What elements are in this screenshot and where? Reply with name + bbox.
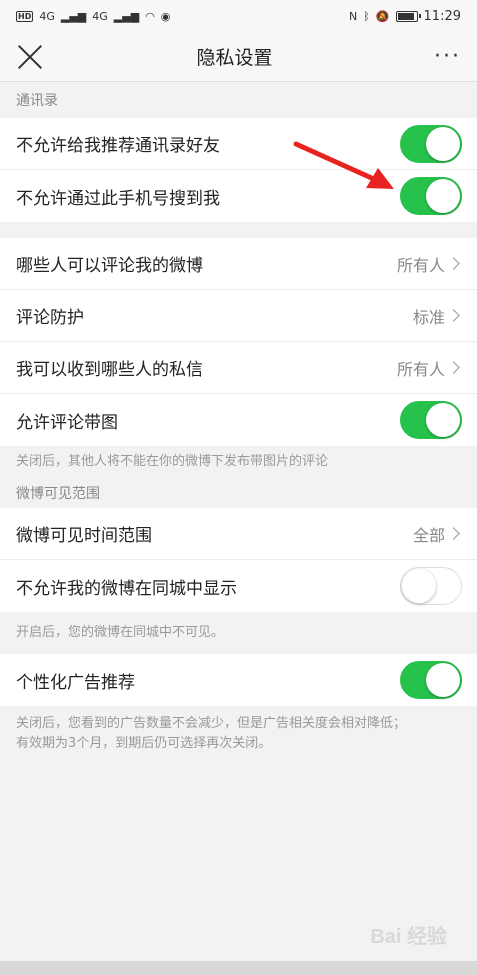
toggle-knob <box>426 663 460 697</box>
ads-note-line2: 有效期为3个月，到期后仍可选择再次关闭。 <box>16 736 272 751</box>
battery-fill <box>397 12 414 20</box>
nav-bar: 隐私设置 ··· <box>0 32 477 82</box>
row-label: 我可以收到哪些人的私信 <box>16 360 203 380</box>
chevron-right-icon <box>447 309 460 322</box>
chevron-right-icon <box>447 257 460 270</box>
row-value: 所有人 <box>397 252 462 276</box>
arrow-shaft <box>293 141 379 183</box>
ads-note-line1: 关闭后，您看到的广告数量不会减少，但是广告相关度会相对降低； <box>16 716 407 731</box>
red-arrow-annotation <box>293 141 394 189</box>
row-hide-in-city: 不允许我的微博在同城中显示 <box>0 560 477 612</box>
more-icon[interactable]: ··· <box>425 45 461 68</box>
comments-group: 哪些人可以评论我的微博 所有人 评论防护 标准 我可以收到哪些人的私信 所有人 … <box>0 238 477 446</box>
value-text: 所有人 <box>396 255 445 275</box>
toggle-knob <box>426 179 460 213</box>
chevron-right-icon <box>447 361 460 374</box>
value-text: 所有人 <box>396 359 445 379</box>
page-title: 隐私设置 <box>196 47 273 69</box>
toggle-no-search-by-phone[interactable] <box>400 177 462 215</box>
status-left: HD 4G ▂▄▆ 4G ▂▄▆ ◠ ◉ <box>16 10 170 23</box>
toggle-knob <box>402 569 436 603</box>
watermark-logo: Bai 经验 <box>370 926 447 948</box>
signal-bars-icon: ▂▄▆ <box>60 9 87 23</box>
status-time: 11:29 <box>423 8 461 24</box>
toggle-no-recommend-contacts[interactable] <box>400 124 462 163</box>
signal-4g-icon: 4G <box>39 9 55 23</box>
battery-icon <box>395 10 421 22</box>
row-value: 标准 <box>413 304 462 328</box>
value-text: 标准 <box>412 307 445 327</box>
row-label: 不允许通过此手机号搜到我 <box>16 188 220 209</box>
nfc-icon: N <box>348 9 358 23</box>
section-visibility: 微博可见范围 <box>16 486 100 502</box>
signal-bars-icon-2: ▂▄▆ <box>113 9 140 23</box>
row-no-recommend-contacts: 不允许给我推荐通讯录好友 <box>0 118 477 170</box>
signal-4g-icon-2: 4G <box>92 9 108 23</box>
comment-images-note: 关闭后，其他人将不能在你的微博下发布带图片的评论 <box>16 454 329 469</box>
status-right: N ᛒ 🔕 11:29 <box>349 9 461 24</box>
row-label: 不允许给我推荐通讯录好友 <box>16 136 220 156</box>
bottom-bar <box>0 961 477 975</box>
row-visible-time-range[interactable]: 微博可见时间范围 全部 <box>0 508 477 560</box>
row-label: 不允许我的微博在同城中显示 <box>16 578 237 599</box>
row-allow-comment-images: 允许评论带图 <box>0 394 477 446</box>
row-value: 全部 <box>413 522 462 546</box>
chevron-right-icon <box>447 527 460 540</box>
row-personalized-ads: 个性化广告推荐 <box>0 654 477 706</box>
wifi-icon: ◠ <box>145 9 155 23</box>
toggle-allow-comment-images[interactable] <box>400 401 462 439</box>
section-contacts: 通讯录 <box>16 93 58 109</box>
row-who-can-comment[interactable]: 哪些人可以评论我的微博 所有人 <box>0 238 477 290</box>
value-text: 全部 <box>412 525 445 545</box>
status-bar: HD 4G ▂▄▆ 4G ▂▄▆ ◠ ◉ N ᛒ 🔕 11:29 <box>0 0 477 32</box>
row-label: 允许评论带图 <box>16 412 118 433</box>
ads-note: 关闭后，您看到的广告数量不会减少，但是广告相关度会相对降低； 有效期为3个月，到… <box>0 706 477 754</box>
row-label: 微博可见时间范围 <box>16 526 152 546</box>
row-no-search-by-phone: 不允许通过此手机号搜到我 <box>0 170 477 222</box>
toggle-knob <box>426 126 460 161</box>
eye-icon: ◉ <box>160 9 171 23</box>
close-icon[interactable] <box>16 43 44 71</box>
toggle-knob <box>426 403 460 437</box>
contacts-group: 不允许给我推荐通讯录好友 不允许通过此手机号搜到我 <box>0 118 477 222</box>
city-note: 开启后，您的微博在同城中不可见。 <box>16 625 225 640</box>
row-label: 个性化广告推荐 <box>16 672 135 693</box>
bluetooth-icon: ᛒ <box>363 9 370 23</box>
row-private-messages[interactable]: 我可以收到哪些人的私信 所有人 <box>0 342 477 394</box>
toggle-personalized-ads[interactable] <box>400 661 462 699</box>
visibility-group: 微博可见时间范围 全部 不允许我的微博在同城中显示 <box>0 508 477 612</box>
hd-badge: HD <box>16 10 34 22</box>
toggle-hide-in-city[interactable] <box>400 567 462 605</box>
ads-group: 个性化广告推荐 <box>0 654 477 706</box>
row-comment-protection[interactable]: 评论防护 标准 <box>0 290 477 342</box>
row-label: 哪些人可以评论我的微博 <box>16 256 203 276</box>
row-value: 所有人 <box>397 356 462 380</box>
mute-icon: 🔕 <box>375 9 390 23</box>
row-label: 评论防护 <box>16 308 84 328</box>
